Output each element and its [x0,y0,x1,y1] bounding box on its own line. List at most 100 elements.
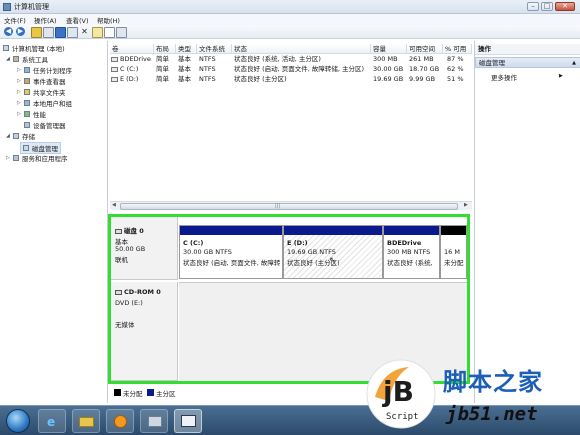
partition-bdedrive[interactable]: BDEDrive 300 MB NTFS 状态良好 (系统, [383,225,440,279]
column-header-status[interactable]: 状态 [232,44,371,54]
column-header-filesystem[interactable]: 文件系统 [197,44,232,54]
column-header-volume[interactable]: 卷 [110,44,154,54]
layout-cell: 简单 [156,65,169,73]
open-folder-icon[interactable] [92,27,103,38]
taskbar-ie-icon[interactable]: e [38,409,66,433]
partition-size: 30.00 GB NTFS [183,248,232,256]
actions-header: 操作 [475,44,580,55]
tree-item-performance[interactable]: ▷ 性能 [17,109,46,119]
menu-view[interactable]: 查看(V) [66,15,89,25]
status-cell: 状态良好 (启动, 页面文件, 故障转储, 主分区) [234,65,365,73]
users-icon [24,100,30,106]
free-space-cell: 261 MB [409,55,434,63]
column-header-percent-free[interactable]: % 可用 [443,44,472,54]
legend-label-primary: 主分区 [156,390,176,398]
scroll-right-icon[interactable]: ▶ [464,202,468,208]
disk0-size: 50.00 GB [115,245,146,253]
shared-folder-icon [24,89,30,95]
column-header-free-space[interactable]: 可用空间 [407,44,443,54]
percent-free-cell: 87 % [447,55,464,63]
taskbar-explorer-icon[interactable] [72,409,100,433]
jb51-logo-icon: jB Script [366,359,436,429]
computer-management-icon [3,3,11,11]
tree-item-event-viewer[interactable]: ▷ 事件查看器 [17,76,66,86]
tree-item-local-users[interactable]: ▷ 本地用户和组 [17,98,72,108]
partition-status: 未分配 [444,259,464,267]
expand-icon[interactable]: ▷ [17,78,22,84]
close-button[interactable]: ✕ [555,2,575,11]
partition-name: BDEDrive [387,239,422,247]
forward-icon[interactable]: ▶ [16,27,25,36]
primary-partition-bar [284,226,382,235]
taskbar-media-player-icon[interactable] [106,409,134,433]
tree-item-storage[interactable]: ◢ 存储 [6,131,35,141]
disk0-info[interactable]: 磁盘 0 基本 50.00 GB 联机 [111,217,178,280]
start-button[interactable] [6,409,30,433]
status-cell: 状态良好 (系统, 活动, 主分区) [234,55,321,63]
expand-icon[interactable]: ▷ [17,89,22,95]
back-icon[interactable]: ◀ [4,27,13,36]
collapse-icon[interactable]: ▲ [572,58,576,69]
expand-icon[interactable]: ▷ [17,111,22,117]
horizontal-scrollbar[interactable]: ◀ ||| ▶ [110,201,472,210]
tree-item-services[interactable]: ▷ 服务和应用程序 [6,153,68,163]
new-icon[interactable] [104,27,115,38]
partition-status: 状态良好 (系统, [387,259,433,267]
primary-partition-bar [384,226,439,235]
tree-item-device-manager[interactable]: 设备管理器 [24,120,66,130]
cdrom0-type: DVD (E:) [115,299,143,307]
minimize-button[interactable]: – [527,2,539,11]
disk-icon [115,228,122,234]
menu-help[interactable]: 帮助(H) [97,15,120,25]
column-header-capacity[interactable]: 容量 [371,44,407,54]
disk-icon [23,145,29,151]
delete-icon[interactable]: ✕ [80,27,89,36]
partition-status: 状态良好 (启动, 页面文件, 故障转 [183,259,281,267]
menu-file[interactable]: 文件(F) [4,15,26,25]
partition-c[interactable]: C (C:) 30.00 GB NTFS 状态良好 (启动, 页面文件, 故障转 [179,225,283,279]
watermark-url: jb51.net [446,403,538,425]
percent-free-cell: 51 % [447,75,464,83]
expand-icon[interactable]: ▷ [6,155,11,161]
capacity-cell: 300 MB [373,55,398,63]
volume-icon [111,76,118,82]
tree-item-shared-folders[interactable]: ▷ 共享文件夹 [17,87,66,97]
free-space-cell: 9.99 GB [409,75,436,83]
legend-swatch-primary [147,389,154,396]
column-header-type[interactable]: 类型 [176,44,197,54]
taskbar-computer-management-icon[interactable] [174,409,202,433]
up-folder-icon[interactable] [31,27,42,38]
scroll-left-icon[interactable]: ◀ [112,202,116,208]
expand-icon[interactable]: ◢ [6,56,11,62]
filesystem-cell: NTFS [199,55,216,63]
volume-icon [111,66,118,72]
expand-icon[interactable]: ◢ [6,133,11,139]
partition-e[interactable]: E (D:) 19.69 GB NTFS 状态良好 (主分区) ↖ [283,225,383,279]
help-icon[interactable] [55,27,66,38]
scrollbar-thumb[interactable] [120,203,458,210]
tree-item-system-tools[interactable]: ◢ 系统工具 [6,54,48,64]
submenu-arrow-icon: ▶ [559,73,563,79]
tree-item-task-scheduler[interactable]: ▷ 任务计划程序 [17,65,72,75]
tree-item-root[interactable]: 计算机管理 (本地) [3,43,65,53]
show-tree-icon[interactable] [43,27,54,38]
actions-section-disk-management[interactable]: 磁盘管理 ▲ [475,57,580,68]
partition-size: 19.69 GB NTFS [287,248,336,256]
more-actions-link[interactable]: 更多操作 ▶ [491,72,563,82]
column-header-layout[interactable]: 布局 [154,44,176,54]
maximize-button[interactable]: □ [541,2,553,11]
taskbar-network-icon[interactable] [140,409,168,433]
storage-icon [13,133,19,139]
expand-icon[interactable]: ▷ [17,67,22,73]
properties-icon[interactable] [67,27,78,38]
device-manager-icon [24,122,30,128]
check-icon[interactable] [116,27,127,38]
partition-unallocated[interactable]: 16 M 未分配 [440,225,467,279]
expand-icon[interactable]: ▷ [17,100,22,106]
watermark-text: 脚本之家 [443,368,543,396]
menu-action[interactable]: 操作(A) [34,15,57,25]
filesystem-cell: NTFS [199,65,216,73]
cdrom0-info[interactable]: CD-ROM 0 DVD (E:) 无媒体 [111,282,178,381]
menu-bar: 文件(F) 操作(A) 查看(V) 帮助(H) [0,14,580,25]
legend-swatch-unallocated [114,389,121,396]
